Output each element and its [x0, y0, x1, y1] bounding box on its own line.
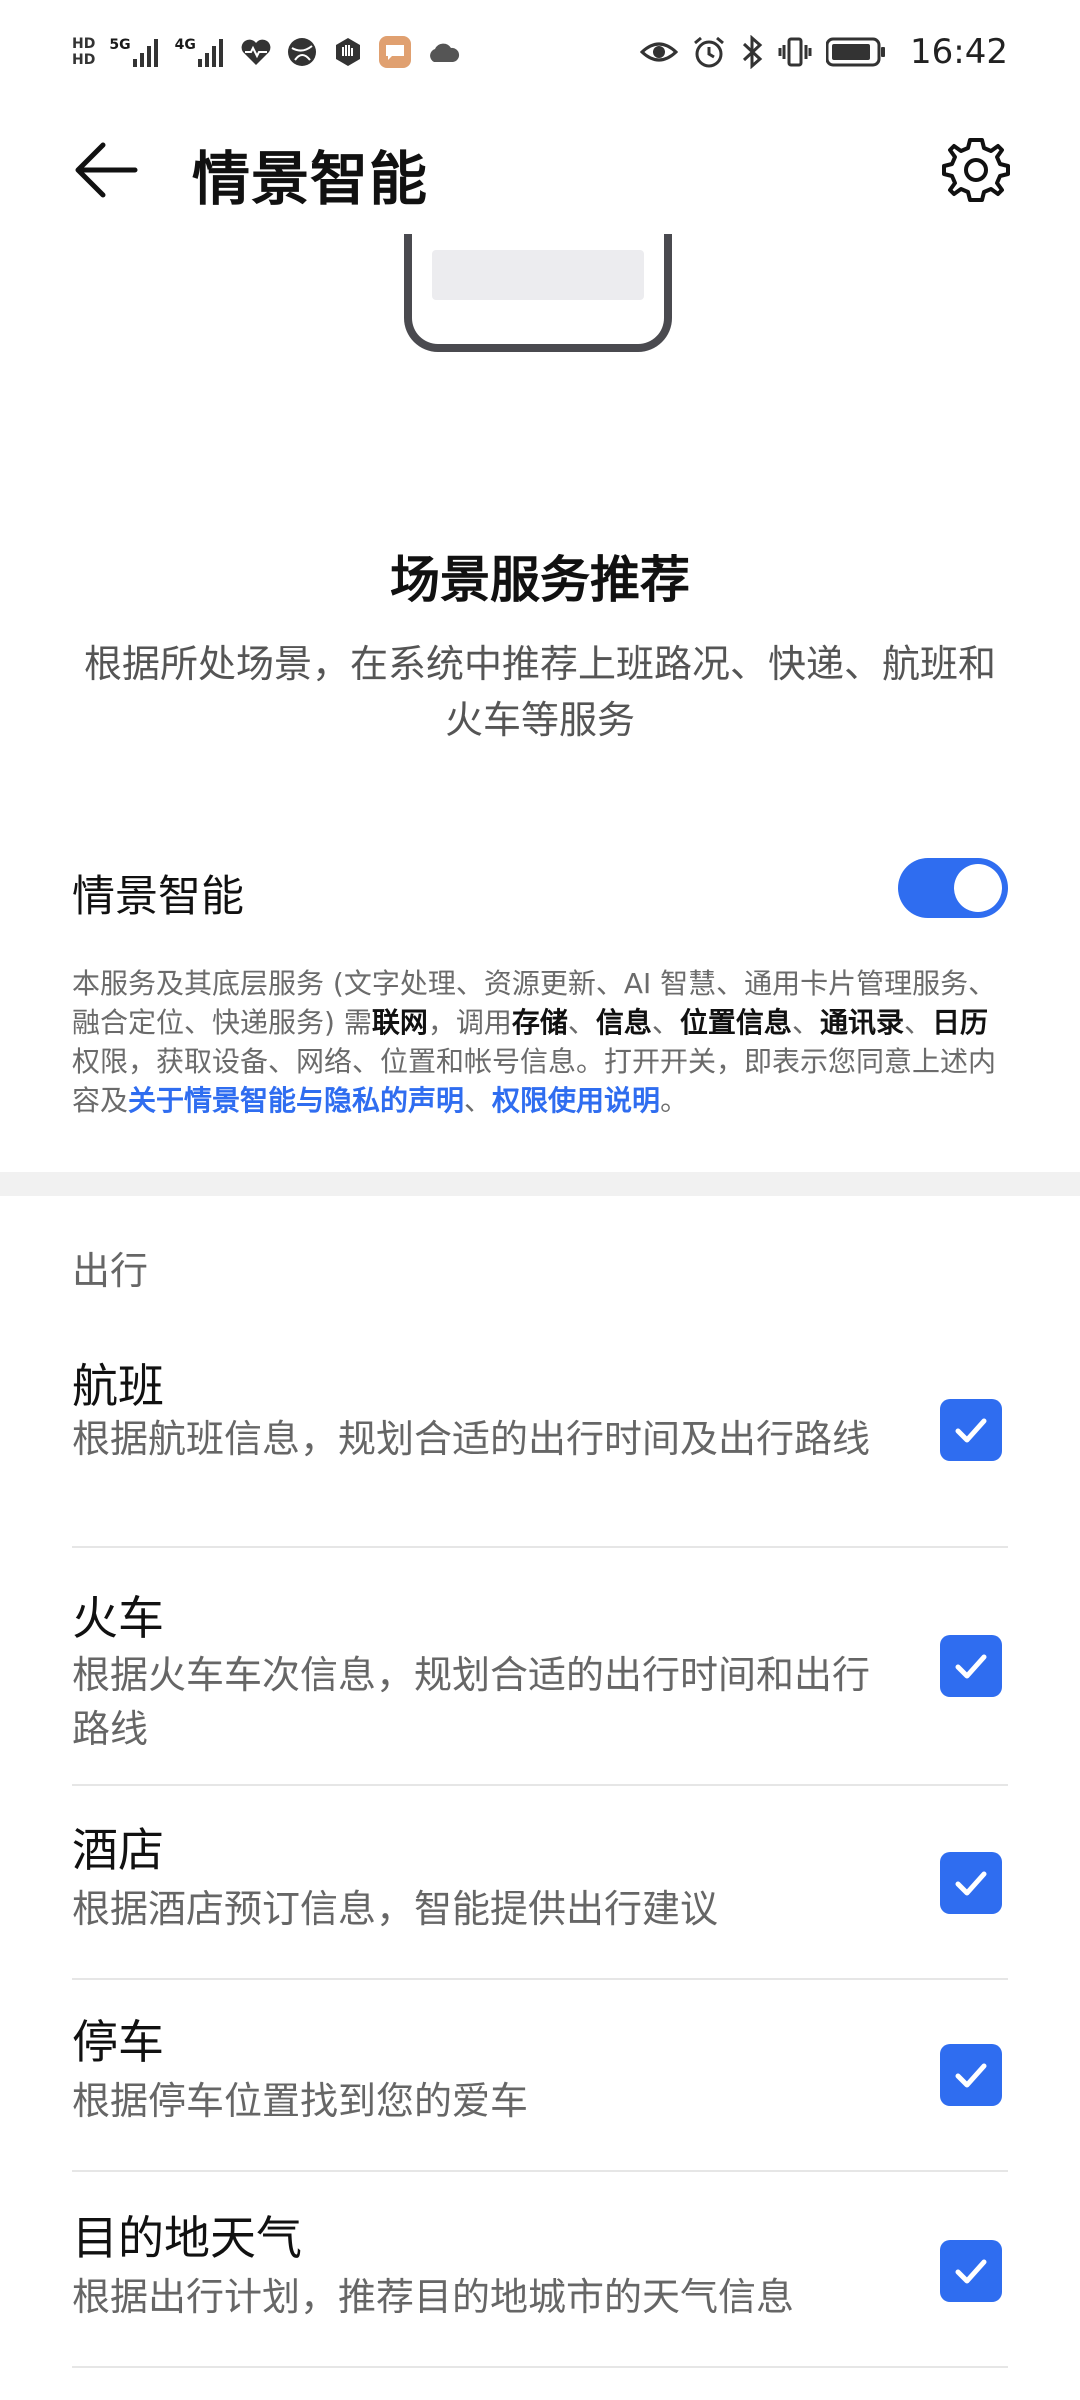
item-title: 航班	[72, 1359, 164, 1413]
phone-screen-illustration	[432, 250, 644, 300]
item-title: 酒店	[72, 1823, 164, 1877]
check-icon	[955, 2063, 987, 2088]
status-bar-left: HD HD 5G 4G	[72, 35, 460, 69]
back-arrow-icon	[75, 142, 138, 198]
vibrate-icon	[778, 37, 812, 67]
check-icon	[955, 1871, 987, 1896]
browser-icon	[287, 38, 316, 66]
item-title: 火车	[72, 1591, 164, 1645]
page-title: 情景智能	[192, 145, 429, 213]
phone-illustration	[404, 234, 672, 352]
heart-rate-icon	[241, 39, 271, 65]
notice-bold-storage: 存储	[511, 1006, 568, 1039]
5g-label: 5G	[109, 37, 131, 53]
message-icon	[378, 36, 411, 68]
flight-checkbox[interactable]	[940, 1399, 1002, 1461]
travel-options-list: 航班 根据航班信息，规划合适的出行时间及出行路线 火车 根据火车车次信息，规划合…	[72, 1330, 1008, 2368]
privacy-notice: 本服务及其底层服务 (文字处理、资源更新、AI 智慧、通用卡片管理服务、融合定位…	[72, 964, 1008, 1120]
item-title: 目的地天气	[72, 2211, 302, 2265]
check-icon	[955, 1418, 987, 1443]
notice-text: 、	[464, 1084, 493, 1117]
item-description: 根据火车车次信息，规划合适的出行时间和出行路线	[72, 1653, 871, 1751]
main-toggle-label: 情景智能	[72, 872, 244, 922]
settings-button[interactable]	[938, 132, 1014, 208]
item-title: 停车	[72, 2015, 164, 2069]
hd-icon: HD HD	[72, 36, 96, 68]
hand-icon	[335, 38, 360, 66]
check-icon	[955, 2259, 987, 2284]
destination-weather-checkbox[interactable]	[940, 2240, 1002, 2302]
train-checkbox[interactable]	[940, 1635, 1002, 1697]
notice-bold-location: 位置信息	[679, 1006, 792, 1039]
privacy-statement-link[interactable]: 关于情景智能与隐私的声明	[128, 1084, 464, 1117]
list-item-flight[interactable]: 航班 根据航班信息，规划合适的出行时间及出行路线	[72, 1330, 1008, 1548]
parking-checkbox[interactable]	[940, 2044, 1002, 2106]
list-item-parking[interactable]: 停车 根据停车位置找到您的爱车	[72, 1980, 1008, 2172]
notice-text: 、	[791, 1006, 820, 1039]
cloud-icon	[429, 43, 459, 62]
section-header-travel: 出行	[72, 1249, 149, 1293]
intro-description: 根据所处场景，在系统中推荐上班路况、快递、航班和火车等服务	[83, 642, 996, 742]
gear-icon	[942, 138, 1010, 202]
notice-bold-network: 联网	[371, 1006, 428, 1039]
notice-bold-calendar: 日历	[931, 1006, 988, 1039]
list-item-destination-weather[interactable]: 目的地天气 根据出行计划，推荐目的地城市的天气信息	[72, 2172, 1008, 2368]
permission-info-link[interactable]: 权限使用说明	[492, 1084, 660, 1117]
notice-text: 、	[567, 1006, 596, 1039]
notice-text: ，调用	[427, 1006, 512, 1039]
item-description: 根据出行计划，推荐目的地城市的天气信息	[72, 2275, 795, 2319]
status-bar: HD HD 5G 4G 16:42	[0, 0, 1080, 104]
alarm-icon	[694, 36, 724, 68]
list-item-hotel[interactable]: 酒店 根据酒店预订信息，智能提供出行建议	[72, 1786, 1008, 1980]
4g-signal-icon: 4G	[175, 37, 226, 67]
intro-title: 场景服务推荐	[390, 551, 690, 609]
eye-icon	[640, 42, 679, 62]
bluetooth-icon	[742, 35, 763, 69]
battery-icon	[826, 37, 886, 67]
app-header: 情景智能	[0, 104, 1080, 234]
notice-text: 、	[651, 1006, 680, 1039]
main-toggle-row: 情景智能	[72, 852, 1008, 932]
4g-label: 4G	[174, 37, 196, 53]
notice-bold-contacts: 通讯录	[819, 1006, 904, 1039]
item-description: 根据停车位置找到您的爱车	[72, 2079, 529, 2123]
status-bar-right: 16:42	[640, 32, 1008, 72]
main-toggle-switch[interactable]	[898, 858, 1008, 918]
status-time: 16:42	[910, 32, 1008, 72]
section-divider	[0, 1172, 1080, 1196]
item-description: 根据航班信息，规划合适的出行时间及出行路线	[72, 1417, 871, 1461]
notice-text: 、	[903, 1006, 932, 1039]
notice-text: 。	[660, 1084, 689, 1117]
notice-bold-messages: 信息	[595, 1006, 652, 1039]
item-description: 根据酒店预订信息，智能提供出行建议	[72, 1887, 719, 1931]
5g-signal-icon: 5G	[109, 37, 160, 67]
list-item-train[interactable]: 火车 根据火车车次信息，规划合适的出行时间和出行路线	[72, 1548, 1008, 1786]
toggle-knob	[954, 864, 1002, 912]
back-button[interactable]	[70, 134, 142, 206]
check-icon	[955, 1654, 987, 1679]
hotel-checkbox[interactable]	[940, 1852, 1002, 1914]
